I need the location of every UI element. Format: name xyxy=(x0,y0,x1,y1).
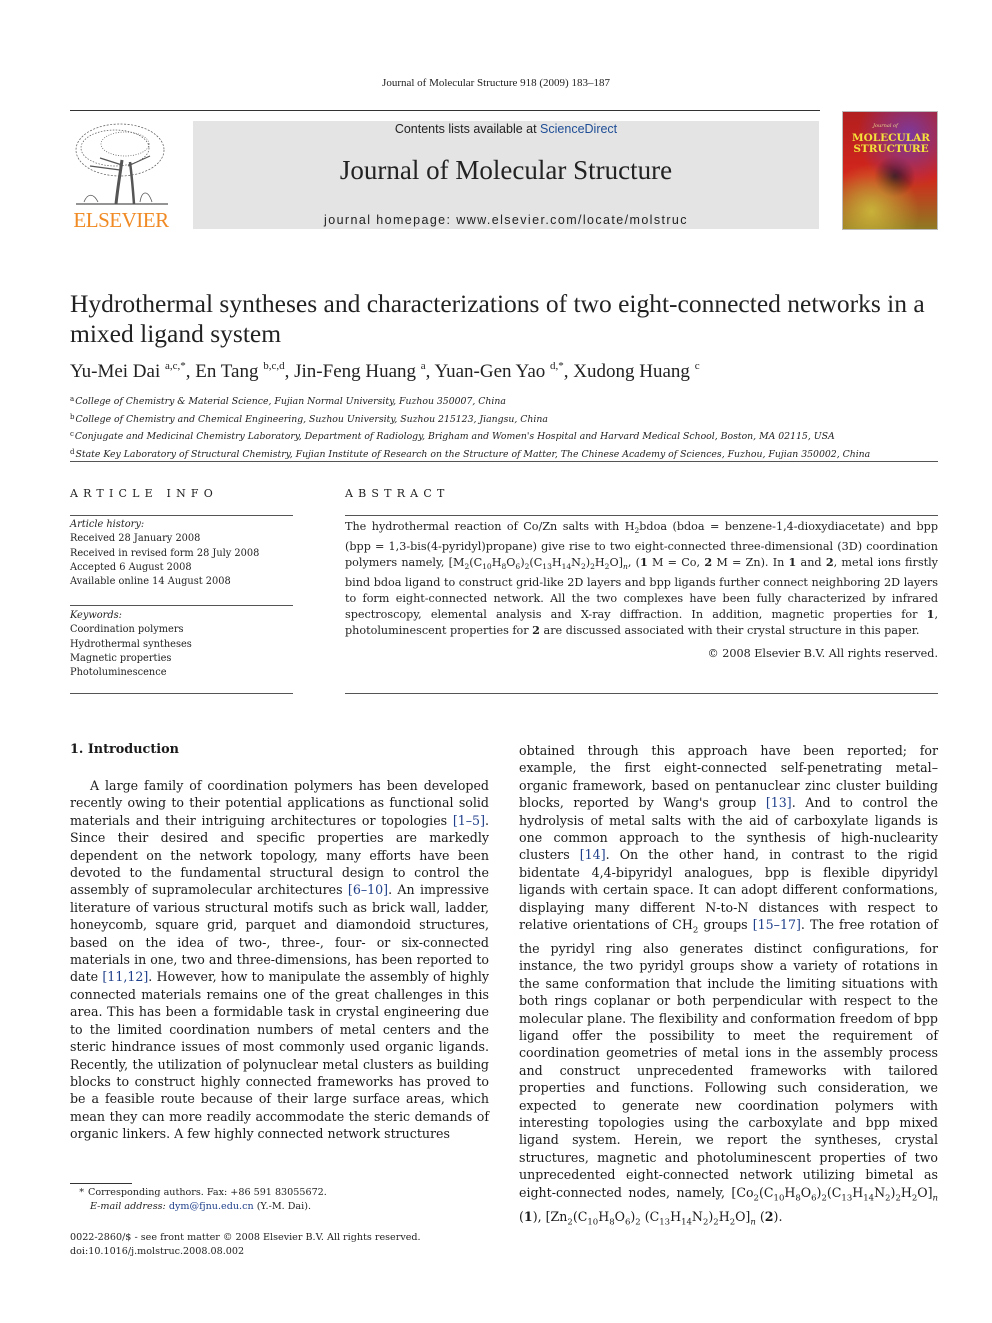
article-info-heading: ARTICLE INFO xyxy=(70,487,218,500)
author[interactable]: Yu-Mei Dai a,c,* xyxy=(70,360,186,382)
divider xyxy=(345,693,938,694)
author-separator: , xyxy=(563,361,574,382)
author-affiliation-marks: a,c,* xyxy=(164,360,186,372)
front-matter: 0022-2860/$ - see front matter © 2008 El… xyxy=(70,1231,500,1259)
author[interactable]: Xudong Huang c xyxy=(573,360,700,382)
keyword: Coordination polymers xyxy=(70,624,184,636)
citation-link[interactable]: [1–5] xyxy=(453,813,485,828)
history-label: Article history: xyxy=(70,519,145,530)
author-separator: , xyxy=(185,361,196,382)
affiliation: dState Key Laboratory of Structural Chem… xyxy=(70,445,940,463)
corresponding-author-note: * Corresponding authors. Fax: +86 591 830… xyxy=(79,1187,327,1198)
divider xyxy=(70,515,293,516)
contents-line: Contents lists available at ScienceDirec… xyxy=(193,122,819,136)
formula-compound-2: [Zn2(C10H8O6)2 (C13H14N2)2H2O]n xyxy=(545,1208,756,1228)
abstract-body: The hydrothermal reaction of Co/Zn salts… xyxy=(345,520,939,637)
citation-link[interactable]: [13] xyxy=(766,795,792,810)
divider xyxy=(345,515,938,516)
author[interactable]: Jin-Feng Huang a xyxy=(294,360,426,382)
history-item: Available online 14 August 2008 xyxy=(70,576,231,588)
author-name: Xudong Huang xyxy=(573,361,690,382)
section-heading-introduction: 1. Introduction xyxy=(70,742,179,757)
elsevier-tree-icon xyxy=(75,123,168,205)
citation-link[interactable]: [6–10] xyxy=(348,882,388,897)
issn-line: 0022-2860/$ - see front matter © 2008 El… xyxy=(70,1232,421,1243)
affiliation: cConjugate and Medicinal Chemistry Labor… xyxy=(70,427,940,445)
affiliation-key: c xyxy=(70,430,74,438)
affiliation: aCollege of Chemistry & Material Science… xyxy=(70,392,940,410)
history-item: Received in revised form 28 July 2008 xyxy=(70,547,260,559)
divider xyxy=(70,605,293,606)
citation-link[interactable]: [14] xyxy=(580,847,606,862)
author-affiliation-marks: d,* xyxy=(550,360,564,372)
article-history: Article history: Received 28 January 200… xyxy=(70,518,295,589)
journal-title: Journal of Molecular Structure xyxy=(339,155,673,185)
divider xyxy=(70,693,293,694)
affiliation-key: b xyxy=(70,412,75,421)
affiliation-text: College of Chemistry and Chemical Engine… xyxy=(75,413,548,425)
citation-link[interactable]: [11,12] xyxy=(102,969,148,984)
header-rule xyxy=(70,110,820,111)
article-title: Hydrothermal syntheses and characterizat… xyxy=(70,289,925,348)
author-affiliation-marks: c xyxy=(694,360,700,372)
keyword: Photoluminescence xyxy=(70,667,167,679)
formula-compound-1: [Co2(C10H8O6)2(C13H14N2)2H2O]n xyxy=(731,1184,938,1204)
keyword: Hydrothermal syntheses xyxy=(70,638,192,650)
author-separator: , xyxy=(284,361,295,382)
elsevier-wordmark: ELSEVIER xyxy=(73,208,169,232)
author-name: Jin-Feng Huang xyxy=(294,361,417,382)
abstract-heading: ABSTRACT xyxy=(345,487,450,500)
affiliation: bCollege of Chemistry and Chemical Engin… xyxy=(70,410,940,428)
footnote-rule xyxy=(70,1183,132,1184)
email-link[interactable]: dym@fjnu.edu.cn xyxy=(169,1201,254,1212)
journal-banner: Contents lists available at ScienceDirec… xyxy=(193,121,819,229)
cover-subtitle: Journal of xyxy=(873,123,898,129)
section-divider xyxy=(70,461,938,462)
author[interactable]: En Tang b,c,d xyxy=(195,360,285,382)
affiliation-key: d xyxy=(70,447,75,456)
elsevier-logo[interactable]: ELSEVIER xyxy=(70,120,172,232)
affiliation-text: College of Chemistry & Material Science,… xyxy=(75,396,506,407)
keyword: Magnetic properties xyxy=(70,652,172,664)
journal-homepage-link[interactable]: journal homepage: www.elsevier.com/locat… xyxy=(193,213,819,227)
cover-title: MOLECULAR STRUCTURE xyxy=(847,133,935,155)
cover-title-line2: STRUCTURE xyxy=(853,143,929,155)
body-column-left: A large family of coordination polymers … xyxy=(70,778,490,1142)
abstract-copyright: © 2008 Elsevier B.V. All rights reserved… xyxy=(707,647,938,660)
history-item: Received 28 January 2008 xyxy=(70,533,201,545)
running-head: Journal of Molecular Structure 918 (2009… xyxy=(382,77,610,89)
keywords: Keywords: Coordination polymers Hydrothe… xyxy=(70,609,295,680)
author[interactable]: Yuan-Gen Yao d,* xyxy=(434,360,564,382)
affiliation-key: a xyxy=(70,395,75,403)
affiliations: aCollege of Chemistry & Material Science… xyxy=(70,392,940,462)
keywords-label: Keywords: xyxy=(70,610,122,621)
author-name: Yuan-Gen Yao xyxy=(434,361,546,382)
email-note: E-mail address: dym@fjnu.edu.cn (Y.-M. D… xyxy=(90,1201,312,1213)
author-name: Yu-Mei Dai xyxy=(70,361,161,382)
footnotes: * Corresponding authors. Fax: +86 591 830… xyxy=(70,1186,500,1214)
contents-prefix: Contents lists available at xyxy=(394,122,541,136)
author-list: Yu-Mei Dai a,c,*, En Tang b,c,d, Jin-Fen… xyxy=(70,360,940,383)
affiliation-text: Conjugate and Medicinal Chemistry Labora… xyxy=(74,431,835,442)
sciencedirect-link[interactable]: ScienceDirect xyxy=(540,122,617,136)
affiliation-text: State Key Laboratory of Structural Chemi… xyxy=(75,448,871,460)
body-column-right: obtained through this approach have been… xyxy=(519,743,939,1228)
author-affiliation-marks: b,c,d xyxy=(263,360,285,372)
journal-cover-image[interactable]: Journal of MOLECULAR STRUCTURE xyxy=(842,111,938,230)
author-name: En Tang xyxy=(195,361,259,382)
citation-link[interactable]: [15–17] xyxy=(753,917,801,932)
doi-link[interactable]: doi:10.1016/j.molstruc.2008.08.002 xyxy=(70,1245,500,1259)
history-item: Accepted 6 August 2008 xyxy=(70,561,192,573)
